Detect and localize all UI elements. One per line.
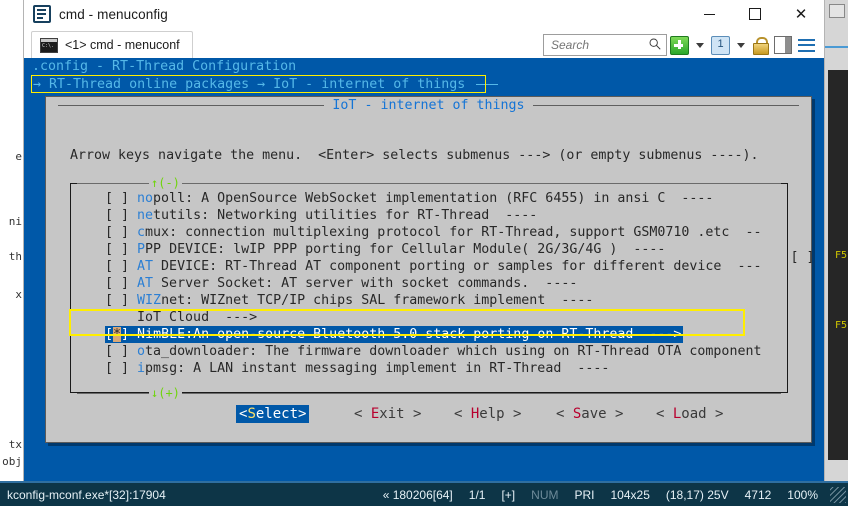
- new-tab-caret-icon[interactable]: [696, 43, 704, 48]
- menu-row[interactable]: [ ] AT DEVICE: RT-Thread AT component po…: [71, 258, 787, 275]
- bg-right-accent-line: [820, 46, 848, 48]
- hamburger-menu-icon: [798, 39, 815, 52]
- status-item: 4712: [745, 488, 772, 502]
- menu-row[interactable]: [ ] WIZnet: WIZnet TCP/IP chips SAL fram…: [71, 292, 787, 309]
- maximize-button[interactable]: [732, 0, 778, 28]
- window-title: cmd - menuconfig: [59, 7, 168, 22]
- minimize-button[interactable]: [686, 0, 732, 28]
- help-button[interactable]: < Help >: [454, 406, 521, 423]
- dialog-title: IoT - internet of things: [46, 97, 811, 114]
- menu-button[interactable]: [795, 34, 818, 56]
- bg-right-terminal: [828, 70, 848, 460]
- bg-left-fragment: ni: [9, 215, 22, 228]
- search-icon[interactable]: [648, 37, 662, 51]
- status-item: 104x25: [611, 488, 650, 502]
- toolbar: 1: [543, 34, 818, 56]
- close-button[interactable]: ✕: [778, 0, 824, 28]
- split-pane-icon: [774, 36, 792, 54]
- exit-button[interactable]: < Exit >: [354, 406, 421, 423]
- status-item: « 180206[64]: [383, 488, 453, 502]
- bg-left-fragment: obj: [2, 455, 22, 468]
- menu-row[interactable]: IoT Cloud --->: [71, 309, 787, 326]
- menu-row[interactable]: [ ] ota_downloader: The firmware downloa…: [71, 343, 787, 360]
- status-item: 100%: [787, 488, 818, 502]
- console-icon: C:\.: [40, 38, 58, 53]
- status-items: « 180206[64] 1/1 [+] NUM PRI 104x25 (18,17) 25…: [383, 488, 818, 502]
- panel-caret-icon[interactable]: [737, 43, 745, 48]
- scroll-up-indicator[interactable]: ↑(-): [71, 176, 787, 190]
- bg-left-fragment: e: [15, 150, 22, 163]
- status-item: NUM: [531, 488, 558, 502]
- terminal-icon: [33, 5, 51, 23]
- select-button[interactable]: <Select>: [236, 406, 309, 423]
- resize-grip-icon[interactable]: [830, 487, 846, 503]
- menu-row[interactable]: [ ] netutils: Networking utilities for R…: [71, 207, 787, 224]
- bg-left-fragment: th: [9, 250, 22, 263]
- tab-cmd-menuconf[interactable]: C:\. <1> cmd - menuconf: [31, 31, 193, 58]
- scroll-down-label: ↓(+): [149, 386, 182, 400]
- menu-row[interactable]: [ ] nopoll: A OpenSource WebSocket imple…: [71, 190, 787, 207]
- status-item: PRI: [574, 488, 594, 502]
- status-process: kconfig-mconf.exe*[32]:17904: [7, 488, 166, 502]
- bg-left-fragment: x: [15, 288, 22, 301]
- save-button[interactable]: < Save >: [556, 406, 623, 423]
- menu-row[interactable]: [ ] ipmsg: A LAN instant messaging imple…: [71, 360, 787, 377]
- search-input[interactable]: [549, 37, 645, 53]
- tab-label: <1> cmd - menuconf: [65, 38, 180, 52]
- status-item: [+]: [501, 488, 515, 502]
- status-item: (18,17) 25V: [666, 488, 729, 502]
- panel-one-icon: 1: [711, 36, 730, 55]
- tab-bar: C:\. <1> cmd - menuconf 1: [24, 28, 824, 58]
- background-window-right: F5 F5: [820, 0, 848, 506]
- dialog-title-text: IoT - internet of things: [324, 98, 532, 113]
- breadcrumb-highlight-box: [31, 75, 486, 93]
- split-pane-button[interactable]: [771, 34, 795, 56]
- menuconfig-dialog: IoT - internet of things Arrow keys navi…: [45, 96, 812, 443]
- menu-rows: [ ] nopoll: A OpenSource WebSocket imple…: [71, 190, 787, 377]
- green-plus-icon: [670, 36, 689, 55]
- background-window-left: e ni th x tx obj: [0, 0, 25, 506]
- panel-button[interactable]: 1: [708, 34, 733, 56]
- menu-row[interactable]: [ ] AT Server Socket: AT server with soc…: [71, 275, 787, 292]
- terminal-screen[interactable]: .config - RT-Thread Configuration → RT-T…: [24, 58, 824, 483]
- title-bar: cmd - menuconfig ✕: [24, 0, 824, 28]
- config-title-line: .config - RT-Thread Configuration: [32, 58, 296, 75]
- bg-right-fragment: F5: [835, 250, 847, 261]
- menu-list[interactable]: ↑(-) [ ] nopoll: A OpenSource WebSocket …: [70, 183, 788, 393]
- dialog-buttons: <Select> < Exit > < Help > < Save > < Lo…: [46, 406, 811, 426]
- window-controls: ✕: [686, 0, 824, 28]
- bg-right-fragment: F5: [835, 320, 847, 331]
- console-window: cmd - menuconfig ✕ C:\. <1> cmd - menuco…: [24, 0, 824, 506]
- status-bar: kconfig-mconf.exe*[32]:17904 « 180206[64…: [0, 481, 848, 506]
- menu-row[interactable]: [*] NimBLE:An open-source Bluetooth 5.0 …: [71, 326, 787, 343]
- bg-left-fragment: tx: [9, 438, 22, 451]
- bg-right-box: [829, 4, 845, 18]
- new-tab-button[interactable]: [667, 34, 692, 56]
- scroll-up-label: ↑(-): [149, 176, 182, 190]
- scroll-down-indicator[interactable]: ↓(+): [71, 386, 787, 400]
- status-item: 1/1: [469, 488, 486, 502]
- menu-row[interactable]: [ ] cmux: connection multiplexing protoc…: [71, 224, 787, 241]
- load-button[interactable]: < Load >: [656, 406, 723, 423]
- desktop-background: e ni th x tx obj F5 F5 cmd - menuconfig …: [0, 0, 848, 506]
- menu-row[interactable]: [ ] PPP DEVICE: lwIP PPP porting for Cel…: [71, 241, 787, 258]
- padlock-icon: [752, 37, 768, 54]
- lock-button[interactable]: [749, 34, 771, 56]
- help-line: Arrow keys navigate the menu. <Enter> se…: [70, 147, 815, 164]
- search-box[interactable]: [543, 34, 667, 56]
